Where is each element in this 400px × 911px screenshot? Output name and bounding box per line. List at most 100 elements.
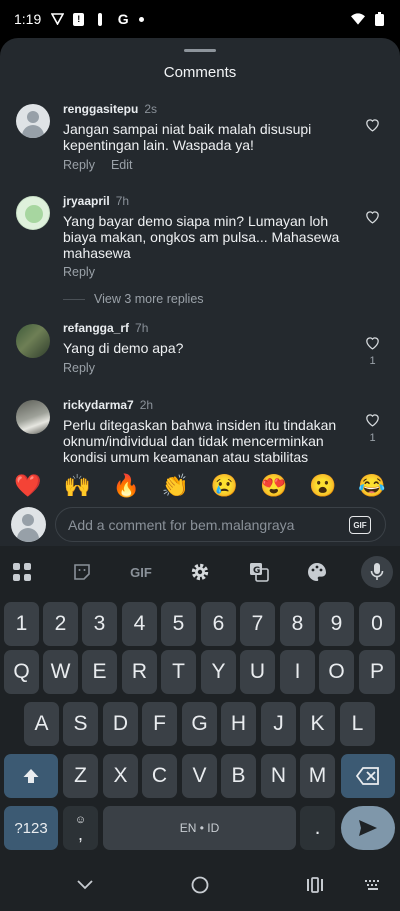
key-9[interactable]: 9 bbox=[319, 602, 354, 646]
key-t[interactable]: T bbox=[161, 650, 196, 694]
backspace-key[interactable] bbox=[341, 754, 395, 798]
like-heart-icon[interactable] bbox=[364, 116, 381, 133]
view-more-replies-label[interactable]: View 3 more replies bbox=[94, 292, 204, 306]
key-0[interactable]: 0 bbox=[359, 602, 395, 646]
key-v[interactable]: V bbox=[182, 754, 217, 798]
comment-actions: Reply bbox=[63, 361, 95, 375]
key-l[interactable]: L bbox=[340, 702, 375, 746]
status-bar: 1:19 ! G bbox=[0, 0, 400, 38]
key-i[interactable]: I bbox=[280, 650, 315, 694]
emoji-clap[interactable]: 👏 bbox=[161, 473, 189, 499]
key-4[interactable]: 4 bbox=[122, 602, 157, 646]
emoji-laughing[interactable]: 😂 bbox=[358, 473, 386, 499]
comment-time: 2s bbox=[144, 102, 158, 116]
navigation-bar bbox=[0, 856, 400, 911]
gif-button[interactable]: GIF bbox=[349, 516, 371, 534]
key-z[interactable]: Z bbox=[63, 754, 98, 798]
key-k[interactable]: K bbox=[300, 702, 335, 746]
comment-text: Yang bayar demo siapa min? Lumayan loh b… bbox=[63, 213, 340, 261]
key-j[interactable]: J bbox=[261, 702, 296, 746]
settings-gear-icon[interactable] bbox=[184, 556, 216, 588]
key-c[interactable]: C bbox=[142, 754, 177, 798]
key-s[interactable]: S bbox=[63, 702, 98, 746]
key-7[interactable]: 7 bbox=[240, 602, 275, 646]
key-u[interactable]: U bbox=[240, 650, 275, 694]
svg-text:G: G bbox=[253, 566, 260, 576]
backspace-icon bbox=[356, 767, 379, 785]
key-p[interactable]: P bbox=[359, 650, 395, 694]
comma-label: , bbox=[77, 823, 83, 844]
comments-sheet: Comments renggasitepu 2s Jangan sampai n… bbox=[0, 38, 400, 498]
apps-grid-icon[interactable] bbox=[6, 556, 38, 588]
key-5[interactable]: 5 bbox=[161, 602, 196, 646]
key-h[interactable]: H bbox=[221, 702, 256, 746]
emoji-crying[interactable]: 😢 bbox=[211, 473, 239, 499]
key-d[interactable]: D bbox=[103, 702, 138, 746]
key-6[interactable]: 6 bbox=[201, 602, 236, 646]
comment-input[interactable]: Add a comment for bem.malangraya GIF bbox=[55, 507, 386, 542]
back-chevron-icon[interactable] bbox=[76, 876, 94, 894]
reply-button[interactable]: Reply bbox=[63, 361, 95, 375]
key-m[interactable]: M bbox=[300, 754, 335, 798]
location-icon bbox=[93, 12, 107, 26]
emoji-raised-hands[interactable]: 🙌 bbox=[63, 473, 91, 499]
reply-button[interactable]: Reply bbox=[63, 158, 95, 172]
key-n[interactable]: N bbox=[261, 754, 296, 798]
drag-handle[interactable] bbox=[184, 49, 216, 52]
emoji-fire[interactable]: 🔥 bbox=[112, 473, 140, 499]
key-g[interactable]: G bbox=[182, 702, 217, 746]
avatar[interactable] bbox=[16, 104, 50, 138]
gif-icon[interactable]: GIF bbox=[125, 556, 157, 588]
key-3[interactable]: 3 bbox=[82, 602, 117, 646]
key-b[interactable]: B bbox=[221, 754, 256, 798]
key-x[interactable]: X bbox=[103, 754, 138, 798]
avatar[interactable] bbox=[16, 400, 50, 434]
send-key[interactable] bbox=[341, 806, 395, 850]
like-heart-icon[interactable] bbox=[364, 208, 381, 225]
emoji-heart[interactable]: ❤️ bbox=[14, 473, 42, 499]
avatar[interactable] bbox=[16, 196, 50, 230]
comment-username[interactable]: rickydarma7 bbox=[63, 398, 134, 412]
comment-input-placeholder[interactable]: Add a comment for bem.malangraya bbox=[68, 517, 294, 533]
emoji-heart-eyes[interactable]: 😍 bbox=[260, 473, 288, 499]
key-e[interactable]: E bbox=[82, 650, 117, 694]
home-circle-icon[interactable] bbox=[191, 876, 209, 894]
key-a[interactable]: A bbox=[24, 702, 59, 746]
key-f[interactable]: F bbox=[142, 702, 177, 746]
translate-icon[interactable]: G bbox=[243, 556, 275, 588]
emoji-surprised[interactable]: 😮 bbox=[309, 473, 337, 499]
avatar[interactable] bbox=[16, 324, 50, 358]
replies-divider bbox=[63, 299, 85, 300]
key-q[interactable]: Q bbox=[4, 650, 39, 694]
battery-icon bbox=[372, 12, 386, 26]
edit-button[interactable]: Edit bbox=[111, 158, 133, 172]
symbols-key[interactable]: ?123 bbox=[4, 806, 58, 850]
sticker-icon[interactable] bbox=[66, 556, 98, 588]
emoji-reaction-bar: ❤️ 🙌 🔥 👏 😢 😍 😮 😂 bbox=[0, 470, 400, 502]
comma-emoji-key[interactable]: ☺ , bbox=[63, 806, 98, 850]
comment-username[interactable]: jryaapril bbox=[63, 194, 110, 208]
space-bar[interactable]: EN • ID bbox=[103, 806, 296, 850]
key-1[interactable]: 1 bbox=[4, 602, 39, 646]
key-8[interactable]: 8 bbox=[280, 602, 315, 646]
status-time: 1:19 bbox=[14, 11, 42, 27]
palette-icon[interactable] bbox=[301, 556, 333, 588]
key-r[interactable]: R bbox=[122, 650, 157, 694]
like-heart-icon[interactable] bbox=[364, 334, 381, 351]
key-2[interactable]: 2 bbox=[43, 602, 78, 646]
microphone-icon[interactable] bbox=[361, 556, 393, 588]
recents-icon[interactable] bbox=[306, 876, 324, 894]
comment-username[interactable]: renggasitepu bbox=[63, 102, 138, 116]
key-w[interactable]: W bbox=[43, 650, 78, 694]
keyboard-switch-icon[interactable] bbox=[364, 876, 382, 894]
shift-key[interactable] bbox=[4, 754, 58, 798]
reply-button[interactable]: Reply bbox=[63, 265, 95, 279]
avatar bbox=[11, 507, 46, 542]
key-y[interactable]: Y bbox=[201, 650, 236, 694]
keyboard-toolbar: GIF G bbox=[0, 554, 400, 590]
like-heart-icon[interactable] bbox=[364, 411, 381, 428]
key-o[interactable]: O bbox=[319, 650, 354, 694]
comment-username[interactable]: refangga_rf bbox=[63, 321, 129, 335]
comment-actions: Reply bbox=[63, 265, 95, 279]
period-key[interactable]: . bbox=[300, 806, 335, 850]
